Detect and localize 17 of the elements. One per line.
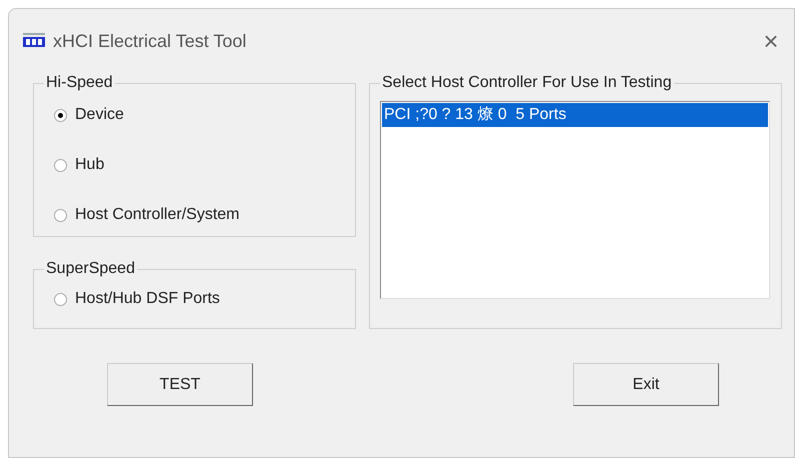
group-title: Select Host Controller For Use In Testing bbox=[381, 73, 673, 93]
radio-button[interactable] bbox=[54, 158, 67, 172]
dialog-button[interactable]: TEST bbox=[107, 363, 253, 406]
logo-icon bbox=[23, 33, 45, 49]
list-item[interactable]: PCI ;?0 ? 13 燎 0 5 Ports bbox=[382, 103, 768, 127]
radio-label: Device bbox=[75, 105, 124, 125]
radio-button[interactable] bbox=[54, 208, 67, 222]
radio-button[interactable] bbox=[54, 292, 67, 306]
group-title: Hi-Speed bbox=[45, 73, 114, 93]
close-button[interactable]: × bbox=[756, 26, 786, 56]
radio-button[interactable] bbox=[54, 108, 67, 122]
group-title: SuperSpeed bbox=[45, 259, 136, 279]
radio-label: Host/Hub DSF Ports bbox=[75, 289, 220, 309]
window-title: xHCI Electrical Test Tool bbox=[53, 30, 246, 52]
radio-label: Host Controller/System bbox=[75, 205, 240, 225]
radio-label: Hub bbox=[75, 155, 104, 175]
dialog-button[interactable]: Exit bbox=[573, 363, 719, 406]
